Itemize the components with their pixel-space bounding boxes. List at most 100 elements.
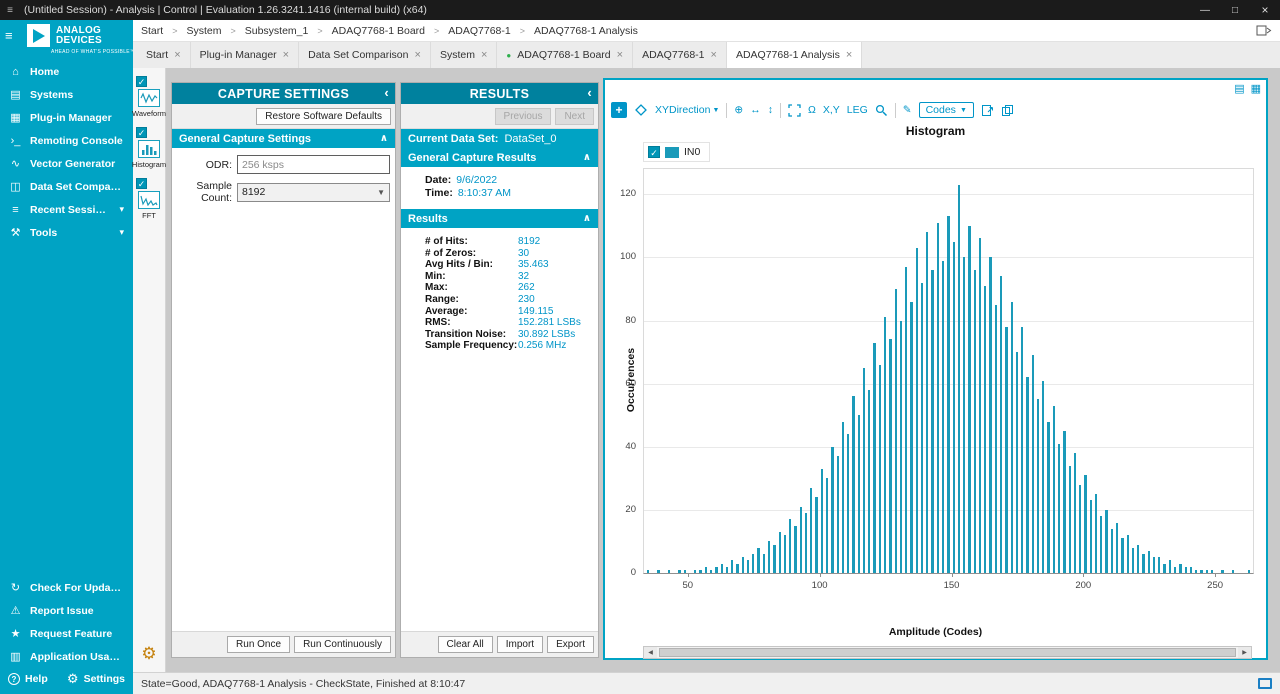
results-section-bar[interactable]: Results ∧ bbox=[401, 209, 598, 228]
close-icon[interactable]: × bbox=[711, 49, 717, 61]
scrollbar-track[interactable] bbox=[657, 647, 1238, 658]
collapse-up-icon[interactable]: ∧ bbox=[583, 213, 591, 224]
restore-defaults-button[interactable]: Restore Software Defaults bbox=[256, 108, 391, 125]
sidebar-item-request-feature[interactable]: ★Request Feature bbox=[0, 622, 133, 645]
sidebar-item-application-usage-logging[interactable]: ▥Application Usage Logging bbox=[0, 645, 133, 668]
collapse-left-icon[interactable]: ‹ bbox=[587, 85, 592, 100]
legend-toggle-tool[interactable]: LEG bbox=[847, 104, 868, 116]
sidebar-item-home[interactable]: ⌂Home bbox=[0, 60, 133, 83]
histogram-bar bbox=[1037, 399, 1039, 573]
run-continuously-button[interactable]: Run Continuously bbox=[294, 636, 391, 653]
sidebar-item-vector-generator[interactable]: ∿Vector Generator bbox=[0, 152, 133, 175]
close-button[interactable]: × bbox=[1250, 0, 1280, 20]
general-capture-settings-bar[interactable]: General Capture Settings ∧ bbox=[172, 129, 395, 148]
sidebar-item-label: Remoting Console bbox=[30, 135, 124, 147]
tab-system[interactable]: System× bbox=[431, 42, 497, 68]
close-icon[interactable]: × bbox=[481, 49, 487, 61]
close-icon[interactable]: × bbox=[174, 49, 180, 61]
y-tick-label: 100 bbox=[613, 251, 636, 262]
close-icon[interactable]: × bbox=[415, 49, 421, 61]
plot-area[interactable] bbox=[643, 168, 1254, 574]
breadcrumb-item-system[interactable]: System bbox=[186, 25, 221, 37]
axis-drag-tool[interactable]: X,Y bbox=[823, 104, 840, 116]
minimize-button[interactable]: — bbox=[1190, 0, 1220, 20]
histogram-bar bbox=[1042, 381, 1044, 574]
hamburger-menu-icon[interactable]: ≡ bbox=[5, 28, 21, 43]
sidebar-item-recent-sessions[interactable]: ≡Recent Sessions▾ bbox=[0, 198, 133, 221]
zoom-box-icon[interactable] bbox=[875, 104, 888, 117]
undo-zoom-icon[interactable]: Ω bbox=[808, 104, 816, 116]
view-histogram[interactable]: ✓ Histogram bbox=[133, 127, 165, 169]
breadcrumb-item-subsystem-1[interactable]: Subsystem_1 bbox=[245, 25, 309, 37]
tab-start[interactable]: Start× bbox=[137, 42, 191, 68]
tab-plug-in-manager[interactable]: Plug-in Manager× bbox=[191, 42, 299, 68]
fft-checkbox[interactable]: ✓ bbox=[136, 178, 147, 189]
sidebar-item-check-for-updates[interactable]: ↻Check For Updates bbox=[0, 576, 133, 599]
close-icon[interactable]: × bbox=[283, 49, 289, 61]
odr-input[interactable] bbox=[237, 155, 390, 174]
sidebar-item-systems[interactable]: ▤Systems bbox=[0, 83, 133, 106]
zoom-extents-icon[interactable] bbox=[788, 104, 801, 117]
scroll-right-icon[interactable]: ▶ bbox=[1238, 647, 1251, 658]
navigate-map-icon[interactable] bbox=[1256, 24, 1272, 38]
chart-horizontal-scrollbar[interactable]: ◀ ▶ bbox=[643, 646, 1252, 659]
breadcrumb-separator: > bbox=[230, 26, 235, 36]
tab-adaq7768-1-board[interactable]: ●ADAQ7768-1 Board× bbox=[497, 42, 633, 68]
next-button[interactable]: Next bbox=[555, 108, 594, 125]
sidebar-item-plug-in-manager[interactable]: ▦Plug-in Manager bbox=[0, 106, 133, 129]
y-tick-label: 60 bbox=[613, 378, 636, 389]
view-fft[interactable]: ✓ FFT bbox=[133, 178, 165, 220]
scroll-left-icon[interactable]: ◀ bbox=[644, 647, 657, 658]
histogram-checkbox[interactable]: ✓ bbox=[136, 127, 147, 138]
legend-checkbox[interactable]: ✓ bbox=[648, 146, 660, 158]
brush-tool-icon[interactable] bbox=[634, 103, 648, 117]
sample-count-dropdown[interactable]: 8192 ▼ bbox=[237, 183, 390, 202]
sidebar-item-settings[interactable]: ⚙ Settings bbox=[67, 671, 125, 687]
general-capture-results-bar[interactable]: General Capture Results ∧ bbox=[401, 148, 598, 167]
x-scroll-icon[interactable]: ↔ bbox=[750, 104, 761, 116]
sidebar-item-report-issue[interactable]: ⚠Report Issue bbox=[0, 599, 133, 622]
tab-data-set-comparison[interactable]: Data Set Comparison× bbox=[299, 42, 431, 68]
view-label: Histogram bbox=[132, 160, 166, 169]
breadcrumb-item-start[interactable]: Start bbox=[141, 25, 163, 37]
histogram-bar bbox=[916, 248, 918, 573]
collapse-up-icon[interactable]: ∧ bbox=[380, 133, 388, 144]
export-button[interactable]: Export bbox=[547, 636, 594, 653]
tab-adaq7768-1[interactable]: ADAQ7768-1× bbox=[633, 42, 727, 68]
close-icon[interactable]: × bbox=[617, 49, 623, 61]
import-button[interactable]: Import bbox=[497, 636, 543, 653]
display-icon[interactable] bbox=[1258, 678, 1272, 689]
tab-adaq7768-1-analysis[interactable]: ADAQ7768-1 Analysis× bbox=[727, 42, 862, 68]
chart-list-icon[interactable]: ▤ bbox=[1234, 82, 1244, 95]
sidebar-item-data-set-comparison[interactable]: ◫Data Set Comparison bbox=[0, 175, 133, 198]
maximize-button[interactable]: □ bbox=[1220, 0, 1250, 20]
view-label: FFT bbox=[142, 211, 156, 220]
collapse-left-icon[interactable]: ‹ bbox=[384, 85, 389, 100]
close-icon[interactable]: × bbox=[846, 49, 852, 61]
waveform-checkbox[interactable]: ✓ bbox=[136, 76, 147, 87]
stat-label: Avg Hits / Bin: bbox=[425, 259, 518, 271]
zoom-xy-icon[interactable]: ⊕ bbox=[734, 104, 743, 116]
analysis-settings-gear-icon[interactable]: ⚙ bbox=[133, 644, 165, 664]
clear-all-button[interactable]: Clear All bbox=[438, 636, 493, 653]
breadcrumb-item-adaq7768-1-board[interactable]: ADAQ7768-1 Board bbox=[332, 25, 425, 37]
run-once-button[interactable]: Run Once bbox=[227, 636, 290, 653]
stat-row: Transition Noise:30.892 LSBs bbox=[425, 329, 594, 341]
xydirection-dropdown[interactable]: XYDirection ▼ bbox=[655, 104, 719, 116]
sidebar-item-tools[interactable]: ⚒Tools▾ bbox=[0, 221, 133, 244]
sidebar-item-help[interactable]: ? Help bbox=[8, 673, 48, 685]
breadcrumb-item-adaq7768-1-analysis[interactable]: ADAQ7768-1 Analysis bbox=[534, 25, 638, 37]
annotation-pencil-icon[interactable]: ✎ bbox=[903, 104, 912, 116]
export-image-icon[interactable] bbox=[981, 104, 994, 117]
collapse-up-icon[interactable]: ∧ bbox=[583, 152, 591, 163]
y-scroll-icon[interactable]: ↕ bbox=[768, 104, 773, 116]
cursor-tool-icon[interactable]: + bbox=[611, 102, 627, 118]
previous-button[interactable]: Previous bbox=[495, 108, 552, 125]
scrollbar-thumb[interactable] bbox=[659, 648, 1236, 657]
breadcrumb-item-adaq7768-1[interactable]: ADAQ7768-1 bbox=[448, 25, 510, 37]
codes-dropdown[interactable]: Codes ▼ bbox=[919, 102, 974, 118]
view-waveform[interactable]: ✓Waveform bbox=[133, 76, 165, 118]
chart-grid-icon[interactable]: ▦ bbox=[1251, 82, 1261, 95]
copy-icon[interactable] bbox=[1001, 104, 1014, 117]
sidebar-item-remoting-console[interactable]: ›_Remoting Console bbox=[0, 129, 133, 152]
